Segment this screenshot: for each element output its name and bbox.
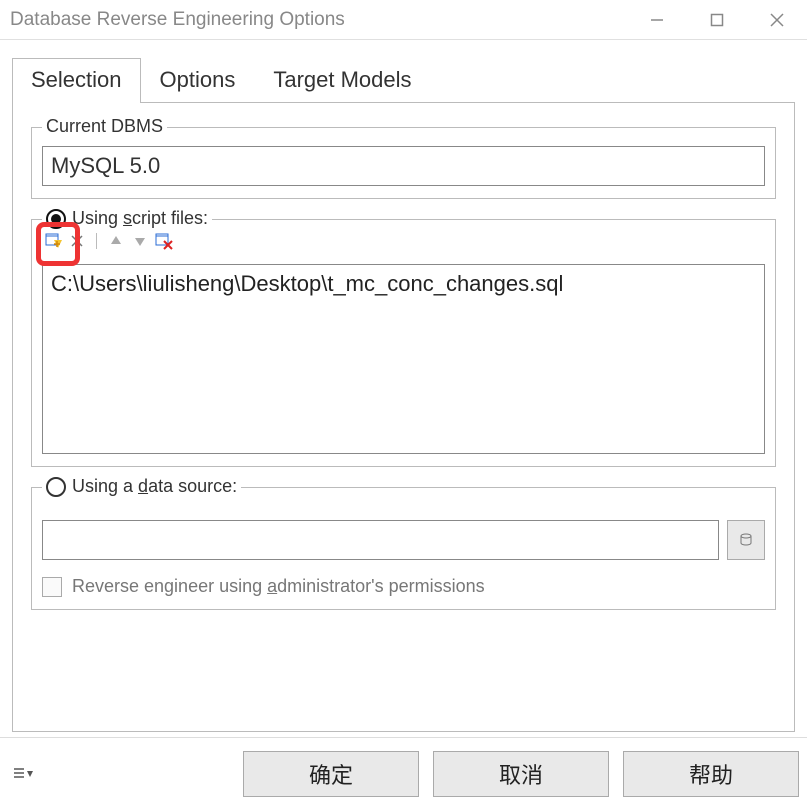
database-browse-icon	[738, 532, 754, 548]
current-dbms-value: MySQL 5.0	[51, 153, 160, 179]
maximize-icon	[710, 13, 724, 27]
move-up-icon	[109, 234, 123, 248]
admin-permissions-checkbox-row[interactable]: Reverse engineer using administrator's p…	[42, 576, 765, 597]
options-menu-button[interactable]	[8, 759, 38, 789]
admin-permissions-label: Reverse engineer using administrator's p…	[72, 576, 485, 597]
minimize-icon	[650, 13, 664, 27]
close-icon	[769, 12, 785, 28]
titlebar: Database Reverse Engineering Options	[0, 0, 807, 40]
radio-ds-outer	[46, 477, 66, 497]
data-source-browse-button[interactable]	[727, 520, 765, 560]
content-area: Selection Options Target Models Current …	[0, 40, 807, 737]
delete-file-button[interactable]	[68, 232, 86, 250]
move-down-button[interactable]	[131, 232, 149, 250]
add-file-icon	[44, 232, 62, 250]
radio-script-label: Using script files:	[72, 208, 208, 229]
minimize-button[interactable]	[627, 0, 687, 40]
clear-list-icon	[155, 232, 173, 250]
clear-list-button[interactable]	[155, 232, 173, 250]
current-dbms-field[interactable]: MySQL 5.0	[42, 146, 765, 186]
add-file-button[interactable]	[44, 232, 62, 250]
delete-icon	[70, 234, 84, 248]
dialog-footer: 确定 取消 帮助	[0, 737, 807, 809]
cancel-button[interactable]: 取消	[433, 751, 609, 797]
group-label-current-dbms: Current DBMS	[42, 116, 167, 137]
group-data-source: Using a data source: Reverse engineer us…	[31, 487, 776, 610]
tab-panel-selection: Current DBMS MySQL 5.0 Using script file…	[12, 102, 795, 732]
window-controls	[627, 0, 807, 40]
move-down-icon	[133, 234, 147, 248]
maximize-button[interactable]	[687, 0, 747, 40]
move-up-button[interactable]	[107, 232, 125, 250]
tab-selection[interactable]: Selection	[12, 58, 141, 103]
tab-strip: Selection Options Target Models	[12, 58, 795, 103]
data-source-row	[42, 520, 765, 560]
window-title: Database Reverse Engineering Options	[10, 9, 627, 31]
group-script-files: Using script files:	[31, 219, 776, 467]
data-source-input[interactable]	[42, 520, 719, 560]
toolbar-separator	[96, 233, 97, 249]
close-button[interactable]	[747, 0, 807, 40]
radio-script-inner	[51, 214, 61, 224]
tab-target-models[interactable]: Target Models	[254, 58, 430, 103]
group-current-dbms: Current DBMS MySQL 5.0	[31, 127, 776, 199]
radio-script-outer	[46, 209, 66, 229]
options-menu-icon	[12, 766, 34, 782]
radio-data-source[interactable]: Using a data source:	[42, 476, 241, 497]
help-button[interactable]: 帮助	[623, 751, 799, 797]
toolbar-inner	[44, 232, 173, 250]
ok-button[interactable]: 确定	[243, 751, 419, 797]
script-toolbar	[42, 228, 765, 254]
dialog-window: Database Reverse Engineering Options Sel…	[0, 0, 807, 809]
tab-options[interactable]: Options	[141, 58, 255, 103]
script-file-list[interactable]: C:\Users\liulisheng\Desktop\t_mc_conc_ch…	[42, 264, 765, 454]
script-file-item[interactable]: C:\Users\liulisheng\Desktop\t_mc_conc_ch…	[51, 271, 756, 297]
radio-script-files[interactable]: Using script files:	[42, 208, 212, 229]
radio-ds-label: Using a data source:	[72, 476, 237, 497]
admin-permissions-checkbox[interactable]	[42, 577, 62, 597]
